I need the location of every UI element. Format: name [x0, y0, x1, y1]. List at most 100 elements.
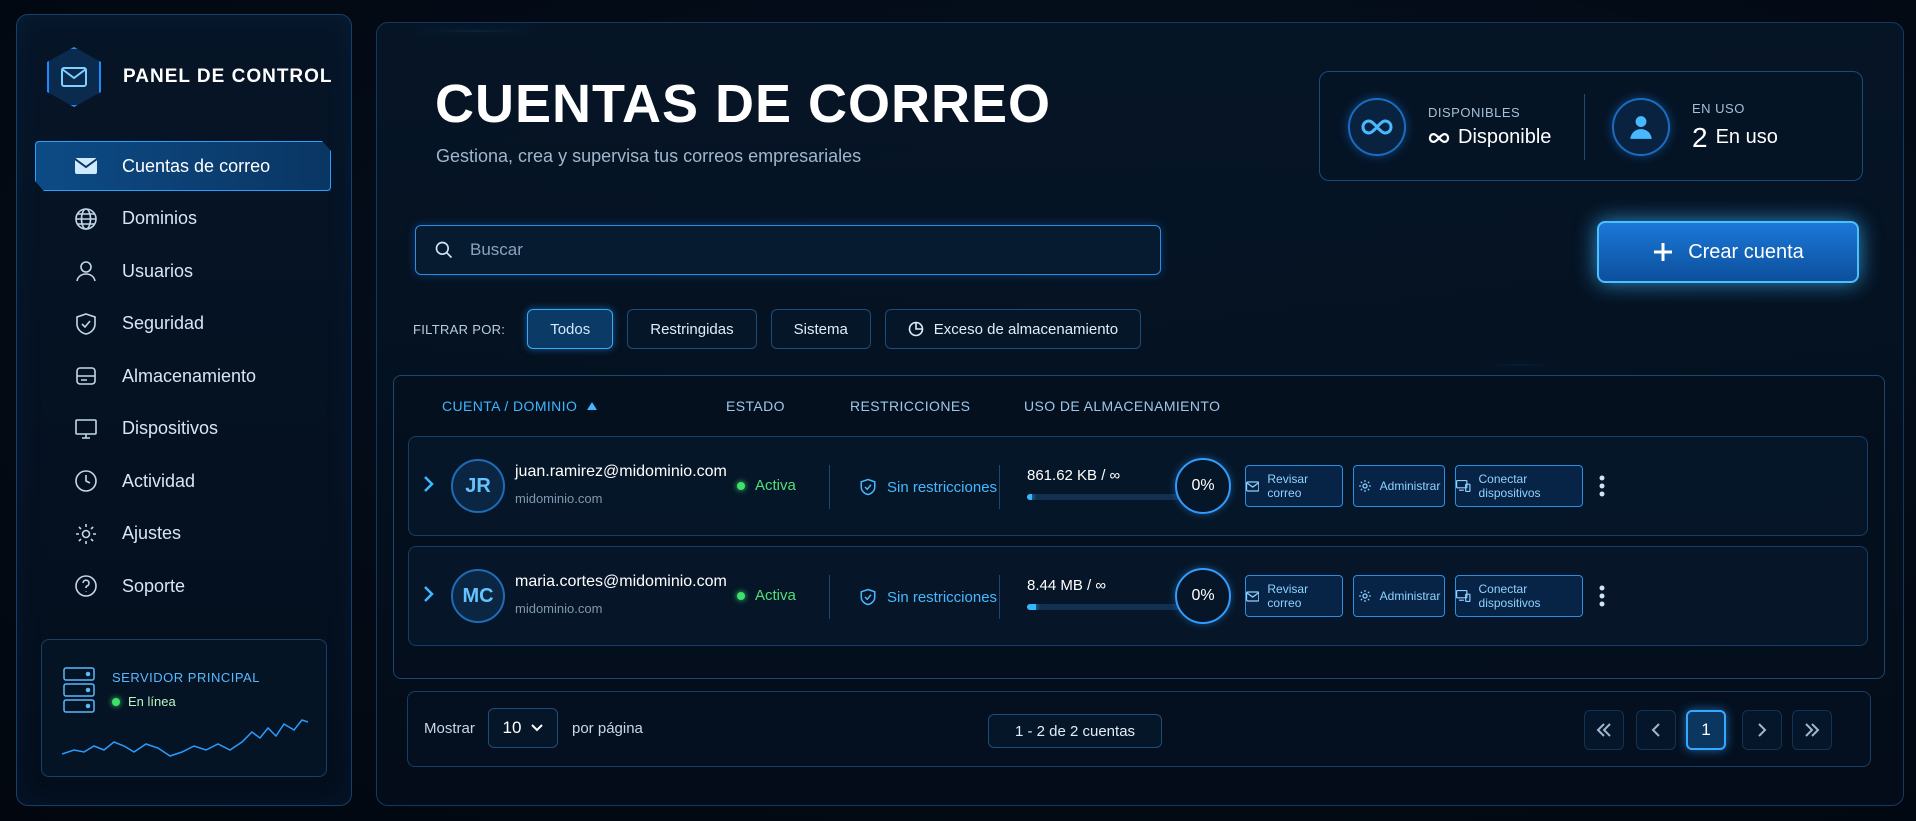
check-mail-button[interactable]: Revisar correo [1245, 575, 1343, 617]
page-title: CUENTAS DE CORREO [435, 74, 1052, 134]
server-card: SERVIDOR PRINCIPAL En línea [41, 639, 327, 777]
stat-available: DISPONIBLES Disponible [1348, 72, 1551, 182]
restrictions-badge: Sin restricciones [859, 587, 997, 607]
account-cell: maria.cortes@midominio.com midominio.com [515, 573, 727, 616]
action-label: Administrar [1379, 479, 1441, 493]
expand-chevron-icon[interactable] [423, 585, 435, 608]
column-header-restricciones[interactable]: RESTRICCIONES [850, 398, 970, 414]
sidebar-item-soporte[interactable]: Soporte [35, 561, 331, 611]
sidebar: PANEL DE CONTROL Cuentas de correo Domin… [16, 14, 352, 806]
manage-button[interactable]: Administrar [1353, 465, 1445, 507]
account-email[interactable]: maria.cortes@midominio.com [515, 573, 727, 591]
search-box [415, 225, 1161, 275]
sidebar-item-label: Dispositivos [122, 418, 219, 438]
column-header-label: CUENTA / DOMINIO [442, 398, 578, 414]
infinity-small-icon [1428, 132, 1450, 143]
usage-bar [1027, 494, 1179, 500]
sidebar-item-label: Seguridad [122, 313, 205, 333]
sidebar-item-seguridad[interactable]: Seguridad [35, 299, 331, 349]
server-status-text: En línea [128, 694, 176, 709]
restrictions-text: Sin restricciones [887, 588, 998, 606]
brand: PANEL DE CONTROL [47, 47, 333, 107]
status-dot [737, 591, 745, 600]
sidebar-item-label: Ajustes [122, 523, 182, 543]
next-page-button[interactable] [1742, 710, 1782, 750]
sidebar-item-usuarios[interactable]: Usuarios [35, 246, 331, 296]
more-options-icon[interactable] [1599, 585, 1605, 607]
shield-check-icon [860, 478, 876, 496]
filter-chip-restringidas[interactable]: Restringidas [627, 309, 757, 349]
action-label: Revisar correo [1267, 472, 1309, 500]
status-badge: Activa [737, 477, 796, 494]
column-header-cuenta[interactable]: CUENTA / DOMINIO [442, 398, 598, 414]
storage-icon [72, 362, 100, 390]
shield-check-icon [860, 588, 876, 606]
sidebar-item-dominios[interactable]: Dominios [35, 194, 331, 244]
connect-devices-button[interactable]: Conectar dispositivos [1455, 575, 1583, 617]
filter-chip-exceso-almacenamiento[interactable]: Exceso de almacenamiento [884, 309, 1142, 349]
pie-chart-icon [908, 321, 924, 337]
server-icon [62, 666, 96, 719]
show-label: Mostrar [424, 720, 475, 737]
first-page-button[interactable] [1584, 710, 1624, 750]
filter-chip-label: Sistema [793, 320, 848, 338]
user-icon [72, 257, 100, 285]
usage-bar [1027, 604, 1179, 610]
last-page-button[interactable] [1792, 710, 1832, 750]
sidebar-item-dispositivos[interactable]: Dispositivos [35, 404, 331, 454]
gear-icon [1358, 590, 1371, 602]
page-button-current[interactable]: 1 [1686, 710, 1726, 750]
sidebar-item-actividad[interactable]: Actividad [35, 456, 331, 506]
divider [829, 575, 830, 619]
sidebar-item-cuentas-de-correo[interactable]: Cuentas de correo [35, 141, 331, 191]
filter-bar: FILTRAR POR: Todos Restringidas Sistema … [413, 309, 1142, 349]
filter-chip-label: Exceso de almacenamiento [933, 320, 1119, 338]
action-label: Conectar dispositivos [1478, 472, 1541, 500]
search-input[interactable] [470, 240, 1110, 260]
results-range: 1 - 2 de 2 cuentas [988, 714, 1162, 748]
column-header-estado[interactable]: ESTADO [726, 398, 785, 414]
create-account-button[interactable]: Crear cuenta [1597, 221, 1859, 283]
user-circle-icon [1612, 98, 1670, 156]
per-page-select[interactable]: 10 [488, 708, 558, 748]
double-chevron-left-icon [1596, 723, 1611, 737]
clock-icon [72, 467, 100, 495]
table-row: JR juan.ramirez@midominio.com midominio.… [408, 436, 1868, 536]
divider [999, 575, 1000, 619]
connect-devices-button[interactable]: Conectar dispositivos [1455, 465, 1583, 507]
page-subtitle: Gestiona, crea y supervisa tus correos e… [436, 146, 862, 166]
mail-icon [1246, 480, 1260, 492]
help-icon [72, 572, 100, 600]
stat-in-use-label: EN USO [1692, 100, 1745, 116]
prev-page-button[interactable] [1636, 710, 1676, 750]
stat-in-use-count: 2 [1692, 121, 1708, 153]
sidebar-item-label: Cuentas de correo [122, 155, 271, 176]
per-page-value: 10 [502, 718, 522, 737]
monitor-icon [72, 415, 100, 443]
sidebar-item-label: Usuarios [122, 260, 194, 281]
status-text: Activa [755, 587, 796, 604]
sidebar-item-ajustes[interactable]: Ajustes [35, 509, 331, 559]
filter-chip-todos[interactable]: Todos [527, 309, 614, 349]
manage-button[interactable]: Administrar [1353, 575, 1445, 617]
pagination-bar: Mostrar 10 por página 1 - 2 de 2 cuentas… [407, 691, 1871, 767]
stat-available-text: Disponible [1458, 126, 1552, 148]
column-header-uso[interactable]: USO DE ALMACENAMIENTO [1024, 398, 1220, 414]
filter-chip-label: Todos [550, 320, 591, 338]
expand-chevron-icon[interactable] [423, 475, 435, 498]
shield-icon [72, 310, 100, 338]
more-options-icon[interactable] [1599, 475, 1605, 497]
account-email[interactable]: juan.ramirez@midominio.com [515, 463, 727, 481]
divider [829, 465, 830, 509]
brand-title: PANEL DE CONTROL [123, 66, 333, 87]
avatar: MC [451, 569, 505, 623]
check-mail-button[interactable]: Revisar correo [1245, 465, 1343, 507]
divider [999, 465, 1000, 509]
account-domain: midominio.com [515, 491, 603, 506]
filter-chip-sistema[interactable]: Sistema [770, 309, 871, 349]
restrictions-badge: Sin restricciones [859, 477, 997, 497]
filter-chip-label: Restringidas [650, 320, 734, 338]
server-title: SERVIDOR PRINCIPAL [112, 670, 260, 685]
sidebar-item-almacenamiento[interactable]: Almacenamiento [35, 351, 331, 401]
gear-icon [72, 520, 100, 548]
